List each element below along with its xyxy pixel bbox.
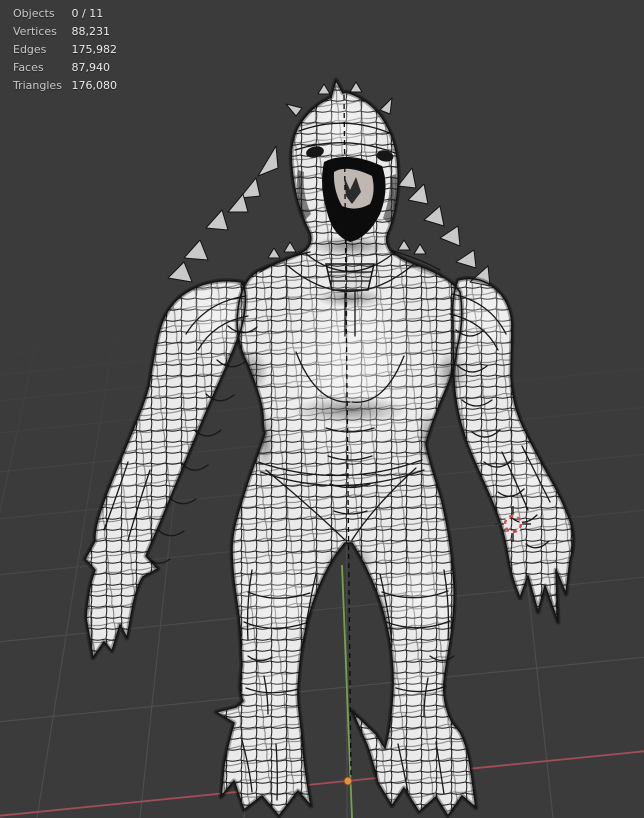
stats-overlay: Objects 0 / 11 Vertices 88,231 Edges 175… — [13, 5, 117, 95]
stat-label: Faces — [13, 61, 44, 74]
stat-value: 87,940 — [71, 61, 111, 74]
stat-value: 175,982 — [71, 43, 118, 56]
stat-value: 0 / 11 — [71, 7, 104, 20]
stat-row-faces: Faces 87,940 — [13, 59, 117, 77]
stat-value: 176,080 — [71, 79, 118, 92]
stat-value: 88,231 — [71, 25, 111, 38]
stat-row-triangles: Triangles 176,080 — [13, 77, 117, 95]
stat-label: Edges — [13, 43, 47, 56]
chest-vent — [325, 263, 375, 291]
3d-viewport[interactable]: Objects 0 / 11 Vertices 88,231 Edges 175… — [0, 0, 644, 818]
stat-label: Triangles — [13, 79, 62, 92]
stat-row-objects: Objects 0 / 11 — [13, 5, 117, 23]
stat-row-edges: Edges 175,982 — [13, 41, 117, 59]
stat-row-vertices: Vertices 88,231 — [13, 23, 117, 41]
stat-label: Objects — [13, 7, 55, 20]
viewport-canvas[interactable] — [0, 0, 644, 818]
origin-point — [343, 776, 353, 786]
stat-label: Vertices — [13, 25, 57, 38]
